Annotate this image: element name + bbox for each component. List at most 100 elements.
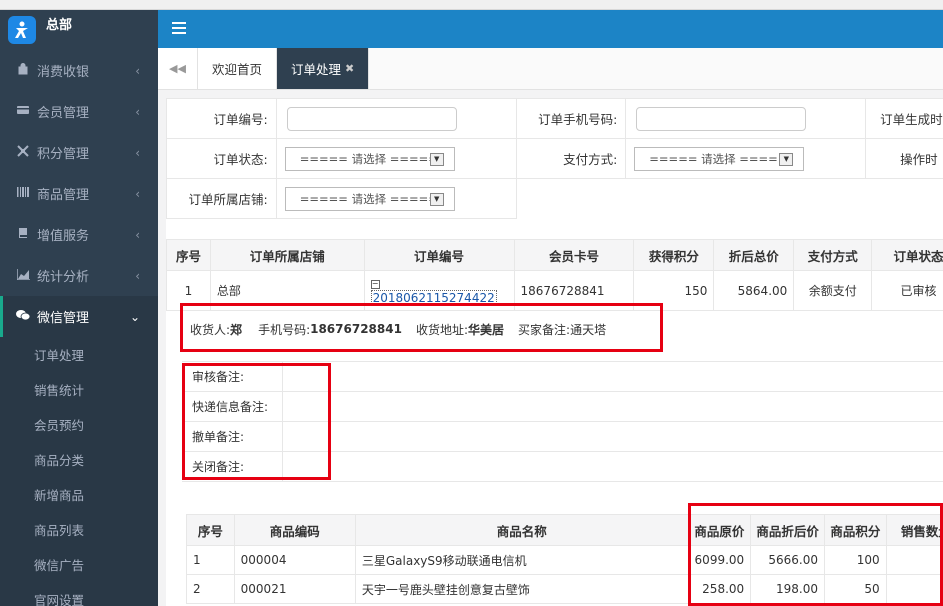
chevron-down-icon: ⌄ [129, 309, 140, 324]
column-header: 商品原价 [687, 514, 752, 546]
column-header: 商品编码 [233, 514, 356, 546]
phone-label: 订单手机号码: [515, 98, 627, 139]
buyer-remark: 通天塔 [570, 322, 607, 337]
products-header-row: 序号 商品编码 商品名称 商品原价 商品折后价 商品积分 销售数量 [186, 514, 943, 546]
store-select[interactable]: ===== 请选择 ===== ▼ [284, 186, 455, 211]
sidebar-item-services[interactable]: 增值服务 ‹ [0, 214, 158, 255]
submenu-item-sales-stats[interactable]: 销售统计 [0, 372, 158, 407]
store-label: 订单所属店铺: [166, 178, 277, 219]
sidebar-item-cashier[interactable]: 消费收银 ‹ [0, 50, 158, 91]
submenu-item-order-processing[interactable]: 订单处理 [0, 337, 158, 372]
order-no-label: 订单编号: [166, 98, 277, 139]
tab-order-processing[interactable]: 订单处理 ✖ [277, 48, 370, 89]
submenu-item-member-booking[interactable]: 会员预约 [0, 407, 158, 442]
column-header: 订单编号 [363, 239, 515, 271]
column-header: 商品名称 [354, 514, 689, 546]
audit-remark-value [282, 361, 943, 392]
submenu-item-add-goods[interactable]: 新增商品 [0, 477, 158, 512]
remarks-table: 审核备注: 快递信息备注: 撤单备注: 关闭备注: [182, 361, 943, 482]
dropdown-arrow-icon: ▼ [779, 152, 794, 166]
status-label: 订单状态: [166, 138, 277, 179]
sidebar-item-label: 积分管理 [37, 147, 90, 162]
sidebar-item-label: 会员管理 [37, 106, 90, 121]
sidebar-item-stats[interactable]: 统计分析 ‹ [0, 255, 158, 296]
cancel-remark-label: 撤单备注: [182, 421, 283, 452]
close-remark-label: 关闭备注: [182, 451, 283, 482]
chevron-left-icon: ‹ [135, 268, 140, 283]
receiver-address: 华美居 [468, 322, 505, 337]
column-header: 订单状态 [871, 239, 943, 271]
receiver-name: 郑 [230, 322, 243, 337]
receiver-info: 收货人: 郑 手机号码: 18676728841 收货地址: 华美居 买家备注: 通天塔 [190, 322, 607, 337]
orders-table: 序号 订单所属店铺 订单编号 会员卡号 获得积分 折后总价 支付方式 订单状态 … [166, 239, 943, 311]
barcode-icon [16, 187, 30, 200]
table-row[interactable]: 2 000021 天宇一号鹿头壁挂创意复古壁饰 258.00 198.00 50… [186, 574, 943, 604]
column-header: 折后总价 [713, 239, 795, 271]
op-time-label: 操作时 [865, 138, 943, 179]
sidebar-item-label: 统计分析 [37, 270, 90, 285]
chart-icon [15, 268, 30, 283]
sidebar-item-wechat[interactable]: 微信管理 ⌄ [0, 296, 158, 337]
tab-welcome[interactable]: 欢迎首页 [198, 48, 278, 89]
menu-toggle-icon[interactable] [172, 19, 186, 38]
pay-select[interactable]: ===== 请选择 ===== ▼ [634, 146, 805, 171]
dropdown-arrow-icon: ▼ [429, 152, 444, 166]
sidebar-item-members[interactable]: 会员管理 ‹ [0, 91, 158, 132]
audit-remark-label: 审核备注: [182, 361, 283, 392]
pay-label: 支付方式: [515, 138, 627, 179]
status-select[interactable]: ===== 请选择 ===== ▼ [284, 146, 455, 171]
column-header: 订单所属店铺 [209, 239, 365, 271]
column-header: 销售数量 [885, 514, 943, 546]
sidebar: 总部 消费收银 ‹ 会员管理 ‹ 积分管理 ‹ 商品管理 ‹ 增值服务 ‹ 统计… [0, 10, 158, 606]
receiver-phone: 18676728841 [310, 322, 402, 336]
express-remark-label: 快递信息备注: [182, 391, 283, 422]
sidebar-item-label: 增值服务 [37, 229, 90, 244]
close-remark-value [282, 451, 943, 482]
cancel-remark-value [282, 421, 943, 452]
points-icon [16, 145, 30, 160]
filter-form: 订单编号: 订单手机号码: 订单生成时间 订单状态: ===== 请选择 ===… [166, 98, 943, 219]
collapse-icon[interactable]: − [370, 279, 380, 289]
order-panel: 订单编号: 订单手机号码: 订单生成时间 订单状态: ===== 请选择 ===… [166, 98, 943, 606]
column-header: 商品折后价 [750, 514, 826, 546]
column-header: 支付方式 [793, 239, 873, 271]
sidebar-item-label: 商品管理 [37, 188, 90, 203]
wechat-icon [16, 309, 31, 324]
bag-icon [16, 63, 30, 78]
sidebar-item-label: 消费收银 [37, 65, 90, 80]
sidebar-item-goods[interactable]: 商品管理 ‹ [0, 173, 158, 214]
top-header [158, 10, 943, 48]
tab-label: 欢迎首页 [212, 62, 263, 77]
submenu-item-goods-category[interactable]: 商品分类 [0, 442, 158, 477]
submenu-item-site-settings[interactable]: 官网设置 [0, 582, 158, 606]
created-time-label: 订单生成时间 [865, 98, 943, 139]
column-header: 获得积分 [633, 239, 715, 271]
column-header: 商品积分 [824, 514, 887, 546]
tab-scroll-left-icon[interactable]: ◀◀ [158, 48, 198, 89]
sidebar-item-label: 微信管理 [37, 311, 90, 326]
column-header: 序号 [186, 514, 235, 546]
chevron-left-icon: ‹ [135, 104, 140, 119]
main-content: 订单编号: 订单手机号码: 订单生成时间 订单状态: ===== 请选择 ===… [158, 90, 943, 606]
tabs-bar: ◀◀ 欢迎首页 订单处理 ✖ [158, 48, 943, 90]
tab-label: 订单处理 [291, 62, 342, 77]
products-table: 序号 商品编码 商品名称 商品原价 商品折后价 商品积分 销售数量 1 0000… [186, 514, 943, 604]
chevron-left-icon: ‹ [135, 186, 140, 201]
sidebar-item-points[interactable]: 积分管理 ‹ [0, 132, 158, 173]
table-row[interactable]: 1 000004 三星GalaxyS9移动联通电信机 6099.00 5666.… [186, 545, 943, 575]
phone-input[interactable] [636, 106, 807, 131]
dropdown-arrow-icon: ▼ [429, 192, 444, 206]
chevron-left-icon: ‹ [135, 145, 140, 160]
table-row[interactable]: 1 总部 −2018062115274422 18676728841 150 5… [166, 270, 943, 311]
card-icon [16, 105, 30, 118]
express-remark-value [282, 391, 943, 422]
orders-header-row: 序号 订单所属店铺 订单编号 会员卡号 获得积分 折后总价 支付方式 订单状态 [166, 239, 943, 271]
close-icon[interactable]: ✖ [345, 62, 354, 75]
order-number-link[interactable]: 2018062115274422 [370, 289, 497, 306]
submenu-item-wechat-ads[interactable]: 微信广告 [0, 547, 158, 582]
brand-name: 总部 [46, 17, 73, 33]
browser-strip [0, 0, 943, 10]
order-no-input[interactable] [286, 106, 457, 131]
submenu-item-goods-list[interactable]: 商品列表 [0, 512, 158, 547]
chevron-left-icon: ‹ [135, 63, 140, 78]
